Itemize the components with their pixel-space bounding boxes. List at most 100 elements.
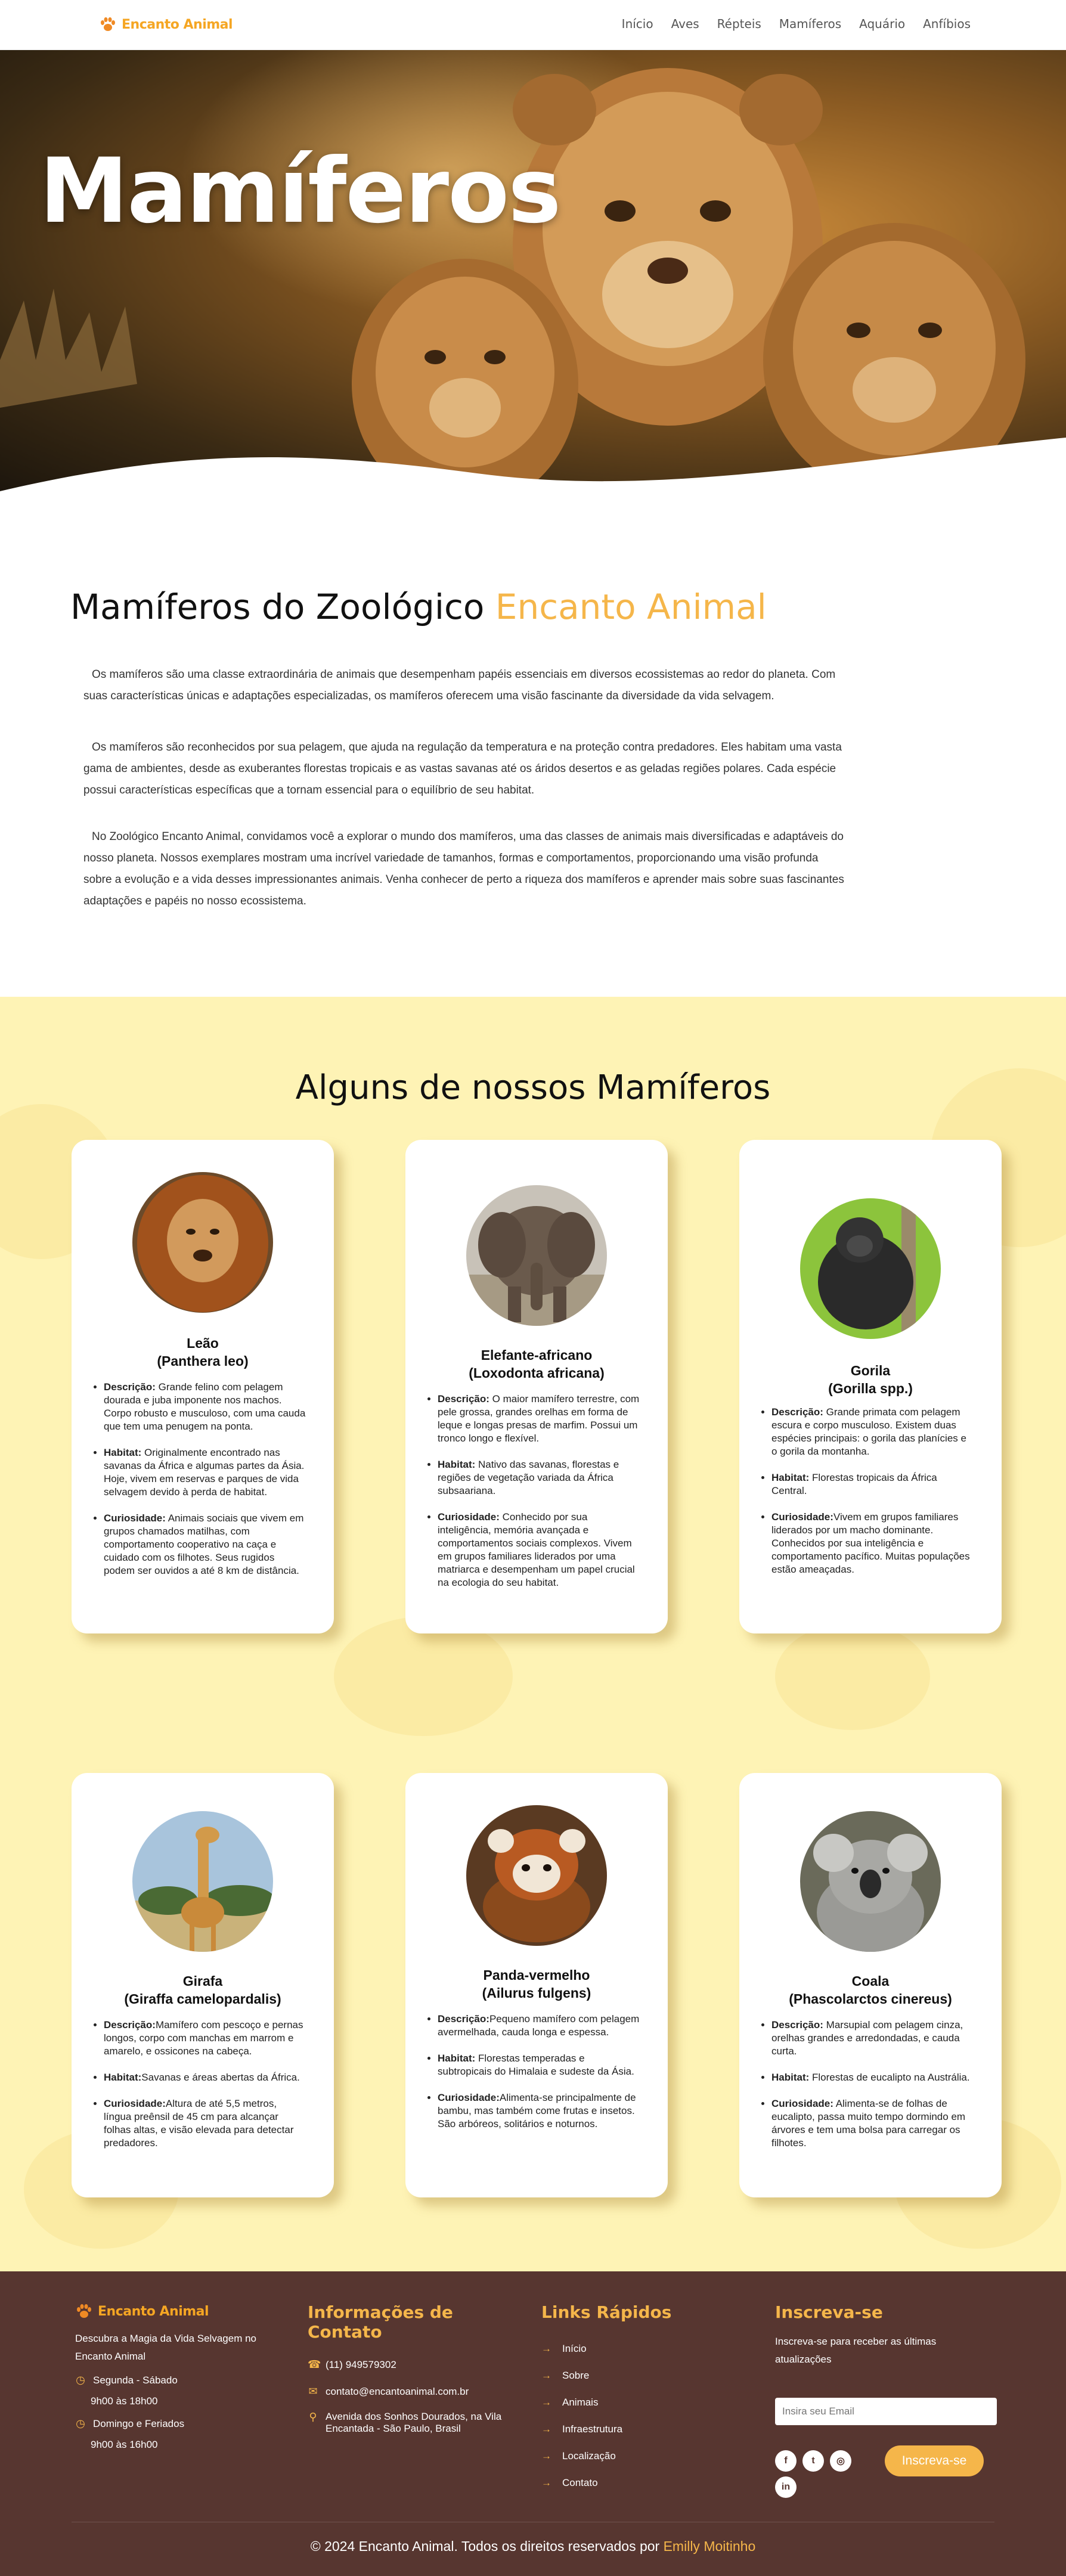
animal-scientific-name: (Panthera leo) xyxy=(157,1353,249,1369)
background-pattern xyxy=(334,1617,513,1736)
intro-paragraph: Os mamíferos são reconhecidos por sua pe… xyxy=(83,741,842,796)
intro-heading-main: Mamíferos do Zoológico xyxy=(70,587,495,627)
contact-address: ⚲ Avenida dos Sonhos Dourados, na Vila E… xyxy=(308,2411,510,2435)
animal-card-coala: Coala (Phascolarctos cinereus) Descrição… xyxy=(739,1773,1002,2197)
intro-heading-accent: Encanto Animal xyxy=(495,587,767,627)
arrow-right-icon: → xyxy=(541,2450,551,2462)
animal-facts-list: Descrição: Grande felino com pelagem dou… xyxy=(104,1381,306,1591)
subscribe-button[interactable]: Inscreva-se xyxy=(885,2445,984,2476)
hours-time: 9h00 às 16h00 xyxy=(91,2439,158,2450)
quick-link-sobre[interactable]: → Sobre xyxy=(541,2362,720,2389)
giraffe-photo xyxy=(132,1811,273,1952)
copyright: © 2024 Encanto Animal. Todos os direitos… xyxy=(0,2538,1066,2555)
footer-logo[interactable]: Encanto Animal xyxy=(75,2302,272,2320)
fact-item: Habitat: Originalmente encontrado nas sa… xyxy=(104,1446,306,1499)
contact-email[interactable]: ✉ contato@encantoanimal.com.br xyxy=(308,2385,510,2398)
fact-item: Habitat: Florestas temperadas e subtropi… xyxy=(438,2052,640,2078)
background-pattern xyxy=(775,1623,930,1730)
top-navbar: Encanto Animal Início Aves Répteis Mamíf… xyxy=(0,0,1066,50)
fact-item: Descrição: Grande felino com pelagem dou… xyxy=(104,1381,306,1433)
giraffe-image xyxy=(132,1811,273,1952)
arrow-right-icon: → xyxy=(541,2476,551,2488)
email-input[interactable] xyxy=(775,2398,997,2425)
paw-icon xyxy=(77,2304,91,2318)
animal-card-girafa: Girafa (Giraffa camelopardalis) Descriçã… xyxy=(72,1773,334,2197)
contact-heading: Informações de Contato xyxy=(308,2302,453,2342)
koala-image xyxy=(800,1811,941,1952)
animal-common-name: Coala xyxy=(851,1973,890,1989)
nav-link-repteis[interactable]: Répteis xyxy=(717,17,761,31)
red-panda-photo xyxy=(466,1805,607,1946)
quick-link-localizacao[interactable]: → Localização xyxy=(541,2442,720,2469)
hours-days: Domingo e Feriados xyxy=(93,2417,185,2429)
gorilla-photo xyxy=(800,1198,941,1339)
logo-text: Encanto Animal xyxy=(122,17,233,32)
animal-facts-list: Descrição: Marsupial com pelagem cinza, … xyxy=(771,2019,974,2163)
animal-card-leao: Leão (Panthera leo) Descrição: Grande fe… xyxy=(72,1140,334,1633)
animal-common-name: Elefante-africano xyxy=(481,1347,593,1363)
red-panda-image xyxy=(466,1805,607,1946)
copyright-text: © 2024 Encanto Animal. Todos os direitos… xyxy=(310,2538,664,2554)
linkedin-icon[interactable]: in xyxy=(775,2476,797,2498)
footer-subscribe: Inscreva-se Inscreva-se para receber as … xyxy=(775,2302,1002,2369)
footer-logo-text: Encanto Animal xyxy=(98,2304,209,2319)
fact-item: Curiosidade:Alimenta-se principalmente d… xyxy=(438,2091,640,2131)
hours-time: 9h00 às 18h00 xyxy=(91,2395,158,2407)
animal-card-elefante: Elefante-africano (Loxodonta africana) D… xyxy=(405,1140,668,1633)
animal-common-name: Leão xyxy=(187,1335,219,1351)
footer: Encanto Animal Descubra a Magia da Vida … xyxy=(0,2271,1066,2576)
paw-icon xyxy=(101,17,115,31)
animal-name: Elefante-africano (Loxodonta africana) xyxy=(405,1346,668,1382)
intro-section: Mamíferos do Zoológico Encanto Animal Os… xyxy=(0,503,1066,997)
nav-link-aquario[interactable]: Aquário xyxy=(859,17,905,31)
animal-name: Girafa (Giraffa camelopardalis) xyxy=(72,1972,334,2008)
animals-heading: Alguns de nossos Mamíferos xyxy=(295,1068,771,1107)
animal-name: Leão (Panthera leo) xyxy=(72,1334,334,1370)
fact-item: Descrição: Marsupial com pelagem cinza, … xyxy=(771,2019,974,2058)
intro-paragraph: No Zoológico Encanto Animal, convidamos … xyxy=(83,830,844,907)
elephant-photo xyxy=(466,1185,607,1326)
nav-link-aves[interactable]: Aves xyxy=(671,17,699,31)
hours-days: Segunda - Sábado xyxy=(93,2374,178,2386)
animal-scientific-name: (Phascolarctos cinereus) xyxy=(789,1991,952,2007)
gorilla-image xyxy=(800,1198,941,1339)
nav-link-anfibios[interactable]: Anfíbios xyxy=(923,17,971,31)
fact-item: Curiosidade: Animais sociais que vivem e… xyxy=(104,1512,306,1577)
subscribe-text: Inscreva-se para receber as últimas atua… xyxy=(775,2336,937,2365)
quick-link-infraestrutura[interactable]: → Infraestrutura xyxy=(541,2416,720,2442)
footer-quick-links: Links Rápidos → Início → Sobre → Animais → I… xyxy=(541,2302,720,2496)
arrow-right-icon: → xyxy=(541,2342,551,2354)
animal-name: Gorila (Gorilla spp.) xyxy=(739,1362,1002,1397)
contact-phone[interactable]: ☎ (11) 949579302 xyxy=(308,2358,510,2371)
animal-facts-list: Descrição:Mamífero com pescoço e pernas … xyxy=(104,2019,306,2163)
fact-item: Habitat:Savanas e áreas abertas da Áfric… xyxy=(104,2071,306,2084)
animal-card-gorila: Gorila (Gorilla spp.) Descrição: Grande … xyxy=(739,1140,1002,1633)
animal-name: Panda-vermelho (Ailurus fulgens) xyxy=(405,1966,668,2002)
footer-contact: Informações de Contato ☎ (11) 949579302 … xyxy=(308,2302,510,2435)
arrow-right-icon: → xyxy=(541,2423,551,2435)
arrow-right-icon: → xyxy=(541,2396,551,2408)
facebook-icon[interactable]: f xyxy=(775,2450,797,2472)
quick-link-contato[interactable]: → Contato xyxy=(541,2469,720,2496)
twitter-icon[interactable]: t xyxy=(802,2450,824,2472)
fact-item: Habitat: Florestas tropicais da África C… xyxy=(771,1471,974,1498)
nav-link-inicio[interactable]: Início xyxy=(622,17,653,31)
fact-item: Descrição: Grande primata com pelagem es… xyxy=(771,1406,974,1458)
fact-item: Habitat: Florestas de eucalipto na Austr… xyxy=(771,2071,974,2084)
quick-link-inicio[interactable]: → Início xyxy=(541,2335,720,2362)
animal-common-name: Girafa xyxy=(182,1973,223,1989)
author-link[interactable]: Emilly Moitinho xyxy=(664,2538,756,2554)
hero-title: Mamíferos xyxy=(39,140,562,243)
nav-links: Início Aves Répteis Mamíferos Aquário An… xyxy=(622,17,971,31)
quick-link-animais[interactable]: → Animais xyxy=(541,2389,720,2416)
fact-item: Curiosidade:Vivem em grupos familiares l… xyxy=(771,1511,974,1576)
site-logo[interactable]: Encanto Animal xyxy=(99,16,233,33)
animal-scientific-name: (Gorilla spp.) xyxy=(828,1381,913,1396)
nav-link-mamiferos[interactable]: Mamíferos xyxy=(779,17,841,31)
elephant-image xyxy=(466,1185,607,1326)
animal-name: Coala (Phascolarctos cinereus) xyxy=(739,1972,1002,2008)
links-heading: Links Rápidos xyxy=(541,2302,672,2322)
instagram-icon[interactable]: ◎ xyxy=(830,2450,851,2472)
fact-item: Curiosidade: Conhecido por sua inteligên… xyxy=(438,1511,640,1589)
animals-section: Alguns de nossos Mamíferos Leão (Panther… xyxy=(0,997,1066,2271)
